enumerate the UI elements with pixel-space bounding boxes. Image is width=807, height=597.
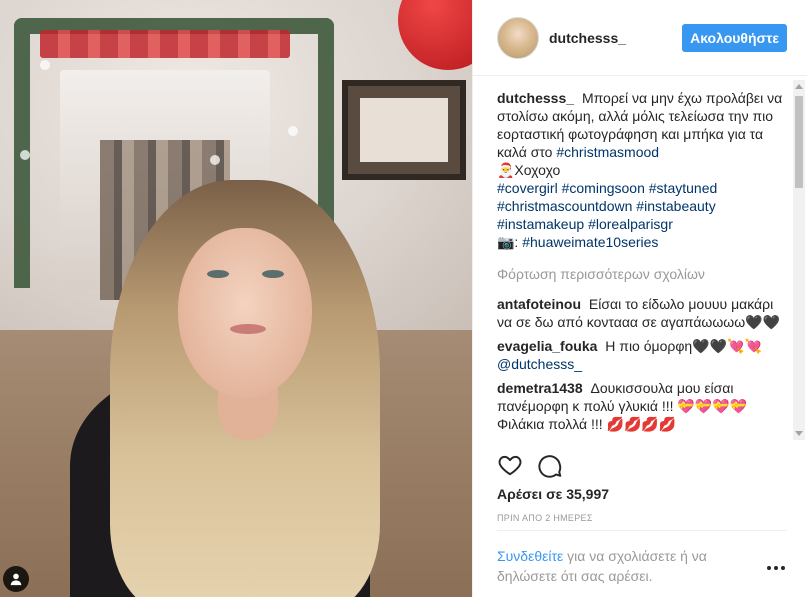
login-link[interactable]: Συνδεθείτε: [497, 548, 563, 564]
more-options-icon[interactable]: [767, 566, 785, 570]
follow-button[interactable]: Ακολουθήστε: [682, 23, 787, 52]
comments-scrollbar[interactable]: [793, 80, 805, 440]
photo-eye: [207, 270, 229, 278]
photo-light: [20, 150, 30, 160]
comment-username[interactable]: evagelia_fouka: [497, 338, 597, 354]
comment-username[interactable]: antafoteinou: [497, 296, 581, 312]
caption-username[interactable]: dutchesss_: [497, 90, 574, 106]
hashtag-link[interactable]: #covergirl: [497, 180, 558, 196]
scrollbar-thumb[interactable]: [795, 96, 803, 188]
hashtag-link[interactable]: #huaweimate10series: [522, 234, 658, 250]
comment-bubble-icon[interactable]: [537, 452, 563, 480]
caption-text: 🎅Χοχοχο: [497, 162, 561, 178]
heart-icon[interactable]: [497, 452, 523, 480]
user-tag-icon[interactable]: [3, 566, 29, 592]
comment-item: demetra1438 Δουκισσουλα μου είσαι πανέμο…: [497, 379, 788, 433]
hashtag-link[interactable]: #comingsoon: [562, 180, 645, 196]
load-more-comments-link[interactable]: Φόρτωση περισσότερων σχολίων: [497, 265, 788, 283]
comment-item: antafoteinou Είσαι το είδωλο μουυυ μακάρ…: [497, 295, 788, 331]
hashtag-link[interactable]: #christmasmood: [556, 144, 659, 160]
photo-light: [288, 126, 298, 136]
login-prompt: Συνδεθείτε για να σχολιάσετε ή να δηλώσε…: [497, 546, 737, 586]
photo-face: [178, 228, 312, 398]
photo-christmas-banner: [40, 30, 290, 58]
post-actions: [497, 452, 563, 480]
post-header: dutchesss_ Ακολουθήστε: [473, 0, 807, 76]
photo-lips: [230, 324, 266, 334]
comments-list[interactable]: dutchesss_ Μπορεί να μην έχω προλάβει να…: [473, 77, 807, 441]
comment-item: evagelia_fouka Η πιο όμορφη🖤🖤💘💘 @dutches…: [497, 337, 788, 373]
hashtag-link[interactable]: #instamakeup: [497, 216, 584, 232]
avatar[interactable]: [497, 16, 539, 59]
header-username[interactable]: dutchesss_: [549, 30, 682, 46]
hashtag-link[interactable]: #lorealparisgr: [588, 216, 673, 232]
scroll-up-icon[interactable]: [795, 84, 803, 89]
post-photo[interactable]: [0, 0, 472, 597]
post-timestamp: ΠΡΙΝ ΑΠΟ 2 ΗΜΕΡΕΣ: [497, 513, 593, 523]
photo-light: [40, 60, 50, 70]
post-details-panel: dutchesss_ Ακολουθήστε dutchesss_ Μπορεί…: [472, 0, 807, 597]
hashtag-link[interactable]: #christmascountdown: [497, 198, 632, 214]
photo-wall-frame: [342, 80, 466, 180]
divider: [497, 530, 787, 531]
likes-count[interactable]: Αρέσει σε 35,997: [497, 486, 609, 502]
hashtag-link[interactable]: #instabeauty: [636, 198, 715, 214]
caption: dutchesss_ Μπορεί να μην έχω προλάβει να…: [497, 89, 788, 251]
photo-eye: [262, 270, 284, 278]
comment-username[interactable]: demetra1438: [497, 380, 583, 396]
hashtag-link[interactable]: #staytuned: [649, 180, 718, 196]
camera-label: 📷:: [497, 234, 519, 250]
scroll-down-icon[interactable]: [795, 431, 803, 436]
photo-light: [210, 155, 220, 165]
mention-link[interactable]: @dutchesss_: [497, 356, 582, 372]
comment-text: Η πιο όμορφη🖤🖤💘💘: [605, 338, 762, 354]
